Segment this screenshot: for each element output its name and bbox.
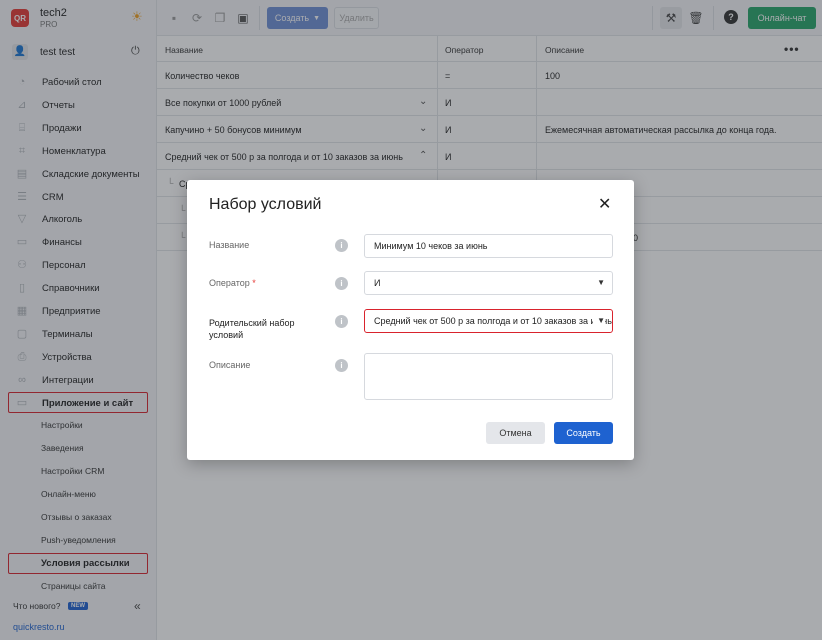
dropdown-arrow-icon: ▼ [597, 278, 605, 287]
cancel-button[interactable]: Отмена [486, 422, 545, 444]
parent-field-label: Родительский набор условий [209, 318, 295, 340]
operator-field-label: Оператор * [209, 278, 256, 288]
operator-select[interactable]: И ▼ [364, 271, 613, 295]
name-input[interactable]: Минимум 10 чеков за июнь [364, 234, 613, 258]
info-icon[interactable]: i [335, 359, 348, 372]
dropdown-arrow-icon: ▼ [593, 310, 605, 332]
description-field-label: Описание [209, 360, 251, 370]
close-icon[interactable]: ✕ [598, 196, 611, 214]
operator-select-value: И [374, 278, 381, 288]
info-icon[interactable]: i [335, 277, 348, 290]
info-icon[interactable]: i [335, 239, 348, 252]
name-field-label: Название [209, 240, 250, 250]
description-textarea[interactable] [364, 353, 613, 400]
info-icon[interactable]: i [335, 315, 348, 328]
dialog-title: Набор условий [209, 196, 322, 213]
condition-set-dialog: Набор условий ✕ Название i Минимум 10 че… [187, 180, 634, 460]
parent-set-select-value: Средний чек от 500 р за полгода и от 10 … [374, 316, 612, 326]
required-marker: * [252, 278, 256, 288]
operator-label-text: Оператор [209, 278, 250, 288]
parent-set-select[interactable]: Средний чек от 500 р за полгода и от 10 … [364, 309, 613, 333]
create-submit-button[interactable]: Создать [554, 422, 613, 444]
